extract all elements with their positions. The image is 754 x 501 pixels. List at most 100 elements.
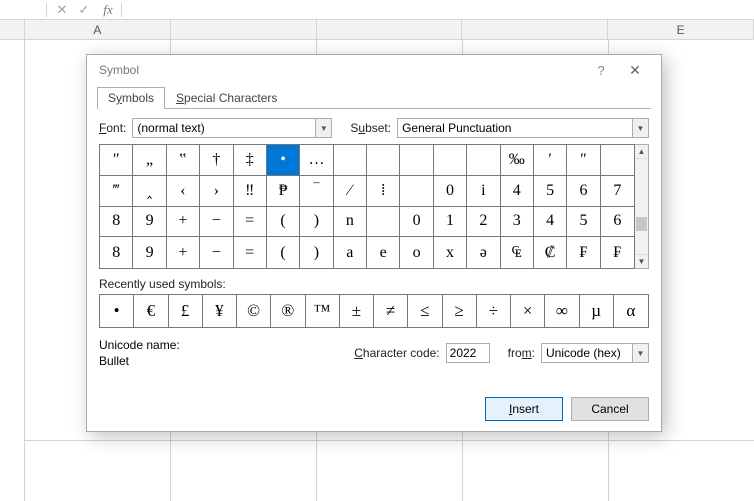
symbol-cell[interactable]: 8: [100, 237, 133, 268]
symbol-cell[interactable]: 3: [501, 207, 534, 238]
symbol-cell[interactable]: ‾: [300, 176, 333, 207]
symbol-scrollbar[interactable]: ▲ ▼: [635, 144, 649, 269]
subset-input[interactable]: [397, 118, 649, 138]
symbol-cell[interactable]: ₣: [601, 237, 634, 268]
tab-special-characters[interactable]: Special Characters: [165, 87, 288, 109]
symbol-cell[interactable]: 5: [567, 207, 600, 238]
chevron-down-icon[interactable]: ▼: [315, 119, 331, 137]
symbol-cell[interactable]: ′: [534, 145, 567, 176]
symbol-grid[interactable]: ″„‟†‡•…‰′″‴‸‹›‼₱‾⁄⁞0i456789+−=()n0123456…: [99, 144, 635, 269]
column-header[interactable]: A: [25, 20, 171, 39]
symbol-cell[interactable]: n: [334, 207, 367, 238]
font-combo[interactable]: ▼: [132, 118, 332, 138]
cancel-formula-button[interactable]: ✕: [51, 0, 73, 20]
recent-symbol-cell[interactable]: ®: [271, 295, 305, 327]
recent-symbol-cell[interactable]: €: [134, 295, 168, 327]
character-code-input[interactable]: [446, 343, 490, 363]
chevron-down-icon[interactable]: ▼: [632, 119, 648, 137]
recent-symbol-cell[interactable]: µ: [580, 295, 614, 327]
symbol-cell[interactable]: ₱: [267, 176, 300, 207]
symbol-cell[interactable]: 0: [434, 176, 467, 207]
name-box[interactable]: [0, 0, 42, 20]
symbol-cell[interactable]: †: [200, 145, 233, 176]
symbol-cell[interactable]: 9: [133, 207, 166, 238]
symbol-cell[interactable]: 0: [400, 207, 433, 238]
recent-symbol-cell[interactable]: ≥: [443, 295, 477, 327]
symbol-cell[interactable]: ₠: [501, 237, 534, 268]
symbol-cell[interactable]: ⁞: [367, 176, 400, 207]
symbol-cell[interactable]: +: [167, 207, 200, 238]
column-header[interactable]: [462, 20, 608, 39]
symbol-cell[interactable]: −: [200, 207, 233, 238]
subset-combo[interactable]: ▼: [397, 118, 649, 138]
insert-button[interactable]: Insert: [485, 397, 563, 421]
symbol-cell[interactable]: x: [434, 237, 467, 268]
dialog-titlebar[interactable]: Symbol ? ✕: [87, 55, 661, 85]
column-header[interactable]: [171, 20, 317, 39]
symbol-cell[interactable]: ‸: [133, 176, 166, 207]
insert-function-button[interactable]: fx: [95, 0, 117, 20]
symbol-cell[interactable]: „: [133, 145, 166, 176]
formula-input[interactable]: [126, 0, 754, 20]
symbol-cell[interactable]: 4: [534, 207, 567, 238]
recent-symbol-cell[interactable]: ×: [511, 295, 545, 327]
symbol-cell[interactable]: i: [467, 176, 500, 207]
symbol-cell[interactable]: ): [300, 207, 333, 238]
symbol-cell[interactable]: 4: [501, 176, 534, 207]
recent-symbol-cell[interactable]: ©: [237, 295, 271, 327]
symbol-cell[interactable]: 2: [467, 207, 500, 238]
symbol-cell[interactable]: (: [267, 237, 300, 268]
tab-symbols[interactable]: Symbols: [97, 87, 165, 109]
scroll-down-icon[interactable]: ▼: [635, 254, 648, 268]
symbol-cell[interactable]: ‹: [167, 176, 200, 207]
recent-symbol-cell[interactable]: ≤: [408, 295, 442, 327]
symbol-cell[interactable]: ‰: [501, 145, 534, 176]
symbol-cell[interactable]: 8: [100, 207, 133, 238]
symbol-cell[interactable]: o: [400, 237, 433, 268]
symbol-cell[interactable]: 9: [133, 237, 166, 268]
help-button[interactable]: ?: [585, 63, 617, 78]
symbol-cell[interactable]: e: [367, 237, 400, 268]
symbol-cell[interactable]: [367, 207, 400, 238]
symbol-cell[interactable]: [601, 145, 634, 176]
recent-symbol-cell[interactable]: £: [169, 295, 203, 327]
cancel-button[interactable]: Cancel: [571, 397, 649, 421]
symbol-cell[interactable]: ₣: [567, 237, 600, 268]
symbol-cell[interactable]: ): [300, 237, 333, 268]
from-combo[interactable]: ▼: [541, 343, 649, 363]
symbol-cell[interactable]: ə: [467, 237, 500, 268]
symbol-cell[interactable]: 7: [601, 176, 634, 207]
recent-symbol-cell[interactable]: ÷: [477, 295, 511, 327]
close-button[interactable]: ✕: [617, 62, 653, 79]
symbol-cell[interactable]: ″: [567, 145, 600, 176]
symbol-cell[interactable]: ₡: [534, 237, 567, 268]
recent-symbol-cell[interactable]: ™: [306, 295, 340, 327]
symbol-cell[interactable]: ″: [100, 145, 133, 176]
recent-symbol-cell[interactable]: ¥: [203, 295, 237, 327]
symbol-cell[interactable]: ‡: [234, 145, 267, 176]
chevron-down-icon[interactable]: ▼: [632, 344, 648, 362]
recent-symbol-cell[interactable]: ∞: [545, 295, 579, 327]
symbol-cell[interactable]: ‟: [167, 145, 200, 176]
symbol-cell[interactable]: [367, 145, 400, 176]
select-all-corner[interactable]: [0, 20, 25, 39]
symbol-cell[interactable]: =: [234, 207, 267, 238]
symbol-cell[interactable]: [400, 176, 433, 207]
symbol-cell[interactable]: [434, 145, 467, 176]
symbol-cell[interactable]: ‼: [234, 176, 267, 207]
symbol-cell[interactable]: [467, 145, 500, 176]
symbol-cell[interactable]: [334, 145, 367, 176]
symbol-cell[interactable]: (: [267, 207, 300, 238]
recent-symbol-cell[interactable]: •: [100, 295, 134, 327]
symbol-cell[interactable]: +: [167, 237, 200, 268]
symbol-cell[interactable]: ⁄: [334, 176, 367, 207]
recent-symbol-cell[interactable]: ±: [340, 295, 374, 327]
recent-symbol-cell[interactable]: α: [614, 295, 648, 327]
symbol-cell[interactable]: =: [234, 237, 267, 268]
symbol-cell[interactable]: …: [300, 145, 333, 176]
symbol-cell[interactable]: •: [267, 145, 300, 176]
accept-formula-button[interactable]: ✓: [73, 0, 95, 20]
symbol-cell[interactable]: [400, 145, 433, 176]
font-input[interactable]: [132, 118, 332, 138]
scroll-thumb[interactable]: [636, 217, 647, 231]
